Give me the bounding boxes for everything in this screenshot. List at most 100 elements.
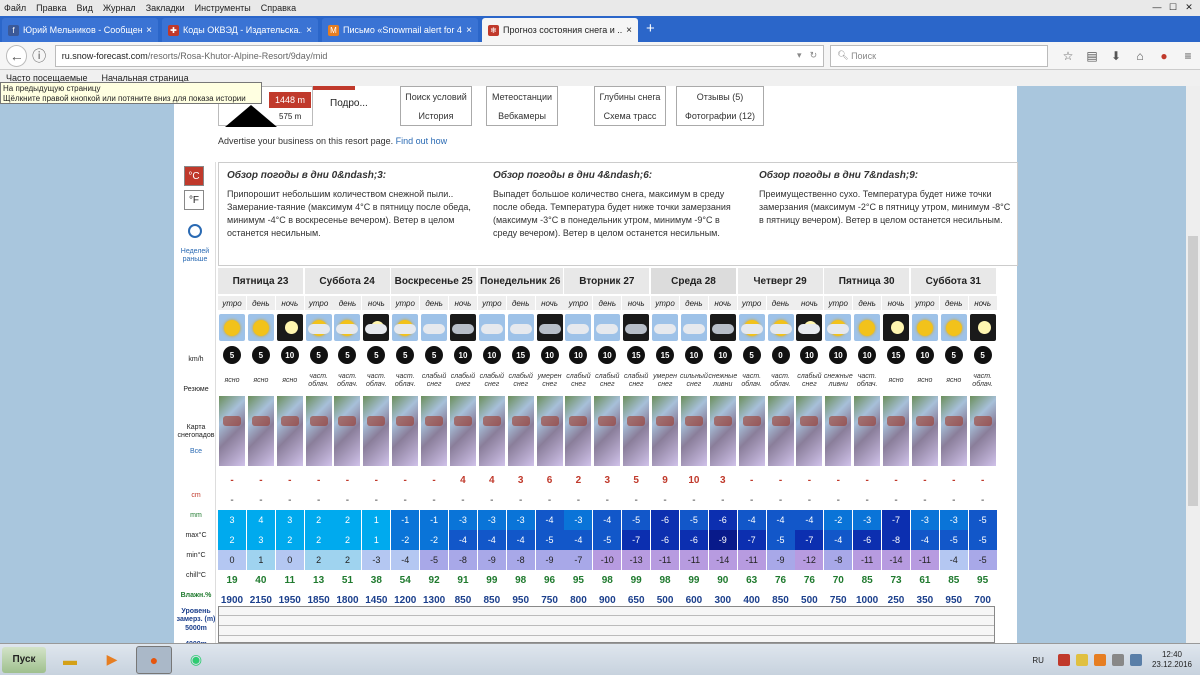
tab-1[interactable]: ✚ Коды ОКВЭД - Издательска... ×: [162, 18, 318, 42]
menu-item-2[interactable]: Вид: [77, 3, 93, 13]
header-button-1[interactable]: Метеостанции Вебкамеры: [486, 86, 558, 126]
explorer-icon[interactable]: ▬: [52, 646, 88, 674]
celsius-button[interactable]: °C: [184, 166, 204, 186]
snowfall-map-thumbnail[interactable]: [883, 396, 909, 466]
tab-close-icon[interactable]: ×: [306, 25, 312, 36]
reading-list-icon[interactable]: ▤: [1080, 49, 1104, 63]
header-button-label[interactable]: История: [419, 111, 454, 121]
snow-map-cell: [449, 396, 477, 466]
tray-clock[interactable]: 12:40 23.12.2016: [1152, 650, 1192, 670]
header-button-label[interactable]: Отзывы (5): [697, 92, 743, 102]
find-out-link[interactable]: Find out how: [396, 136, 448, 146]
snowfall-map-thumbnail[interactable]: [363, 396, 390, 466]
tab-3[interactable]: ❄ Прогноз состояния снега и ... ×: [482, 18, 638, 42]
tmin-cell: 2: [333, 530, 362, 550]
chrome-icon[interactable]: ◉: [178, 646, 214, 674]
snowfall-map-thumbnail[interactable]: [536, 396, 563, 466]
elevation-top-button[interactable]: 1448 m: [269, 92, 311, 108]
snowfall-map-thumbnail[interactable]: [247, 396, 274, 466]
snowfall-map-thumbnail[interactable]: [969, 396, 996, 466]
tab-close-icon[interactable]: ×: [626, 25, 632, 36]
menu-item-3[interactable]: Журнал: [103, 3, 136, 13]
snowfall-map-thumbnail[interactable]: [680, 396, 707, 466]
reload-icon[interactable]: ↻: [810, 50, 818, 61]
snowfall-map-thumbnail[interactable]: [392, 396, 419, 466]
snowfall-map-thumbnail[interactable]: [709, 396, 736, 466]
snow-cell: 4: [460, 474, 466, 486]
minimize-icon[interactable]: —: [1150, 1, 1164, 13]
back-icon[interactable]: ←: [6, 44, 28, 67]
tab-close-icon[interactable]: ×: [146, 25, 152, 36]
tab-2[interactable]: M Письмо «Snowmail alert for 4... ×: [322, 18, 478, 42]
chill-cell: 2: [304, 550, 333, 570]
firefox-icon[interactable]: ●: [136, 645, 172, 674]
snowfall-map-thumbnail[interactable]: [449, 396, 476, 466]
details-link[interactable]: Подро...: [330, 98, 368, 109]
snowfall-map-thumbnail[interactable]: [623, 396, 650, 466]
tray-volume-icon[interactable]: [1129, 654, 1142, 666]
tmax-cell: -6: [651, 510, 680, 530]
elevation-top-strip[interactable]: [313, 86, 355, 90]
snowfall-map-thumbnail[interactable]: [825, 396, 852, 466]
header-button-label[interactable]: Метеостанции: [492, 92, 552, 102]
header-button-0[interactable]: Поиск условий История: [400, 86, 472, 126]
time-of-day: утро: [304, 296, 333, 310]
close-icon[interactable]: ✕: [1182, 1, 1196, 13]
media-player-icon[interactable]: ▶: [94, 646, 130, 674]
menu-item-6[interactable]: Справка: [261, 3, 296, 13]
bookmark-star-icon[interactable]: ☆: [1056, 49, 1080, 63]
snowfall-map-thumbnail[interactable]: [219, 396, 245, 466]
menu-item-5[interactable]: Инструменты: [195, 3, 251, 13]
header-button-label[interactable]: Глубины снега: [600, 92, 661, 102]
tray-app-icon[interactable]: [1057, 654, 1070, 666]
clock-icon[interactable]: [188, 224, 202, 238]
search-input[interactable]: 🔍︎ Поиск: [830, 44, 1048, 67]
menu-item-4[interactable]: Закладки: [146, 3, 185, 13]
info-icon[interactable]: ⓘ: [27, 45, 50, 67]
chevron-down-icon[interactable]: ▾: [797, 50, 802, 61]
vertical-scrollbar[interactable]: [1186, 86, 1200, 643]
maximize-icon[interactable]: ☐: [1166, 1, 1180, 13]
summary-cell: част. облач.: [366, 373, 387, 388]
header-button-label[interactable]: Фотографии (12): [685, 111, 755, 121]
snowfall-map-thumbnail[interactable]: [796, 396, 823, 466]
snowfall-map-thumbnail[interactable]: [738, 396, 765, 466]
snowfall-map-thumbnail[interactable]: [507, 396, 534, 466]
url-bar[interactable]: ru.snow-forecast.com /resorts/Rosa-Khuto…: [54, 44, 825, 67]
tray-network-icon[interactable]: [1111, 654, 1124, 666]
snowfall-map-thumbnail[interactable]: [594, 396, 621, 466]
menu-item-0[interactable]: Файл: [4, 3, 26, 13]
snowfall-map-thumbnail[interactable]: [767, 396, 794, 466]
snowfall-map-thumbnail[interactable]: [652, 396, 679, 466]
snowfall-map-thumbnail[interactable]: [478, 396, 505, 466]
weather-icon-cell: [478, 312, 506, 342]
snowfall-map-thumbnail[interactable]: [940, 396, 967, 466]
download-icon[interactable]: ⬇: [1104, 49, 1128, 63]
fahrenheit-button[interactable]: °F: [184, 190, 204, 210]
week-earlier-link[interactable]: Неделей раньше: [176, 248, 214, 264]
header-button-label[interactable]: Схема трасс: [604, 111, 657, 121]
label-map-all[interactable]: Все: [176, 448, 216, 456]
home-icon[interactable]: ⌂: [1128, 49, 1152, 63]
snowfall-map-thumbnail[interactable]: [276, 396, 303, 466]
menu-item-1[interactable]: Правка: [36, 3, 66, 13]
snowfall-map-thumbnail[interactable]: [565, 396, 592, 466]
snowfall-map-thumbnail[interactable]: [911, 396, 938, 466]
tab-0[interactable]: f Юрий Мельников - Сообщен... ×: [2, 18, 158, 42]
snowfall-map-thumbnail[interactable]: [421, 396, 448, 466]
menu-icon[interactable]: ≡: [1176, 49, 1200, 63]
header-button-3[interactable]: Отзывы (5) Фотографии (12): [676, 86, 764, 126]
tray-avast-icon[interactable]: [1093, 654, 1106, 666]
snowfall-map-thumbnail[interactable]: [305, 396, 332, 466]
language-indicator[interactable]: RU: [1032, 656, 1044, 665]
start-button[interactable]: Пуск: [2, 646, 46, 673]
snowfall-map-thumbnail[interactable]: [854, 396, 881, 466]
adblock-icon[interactable]: ●: [1152, 49, 1176, 63]
tray-flag-icon[interactable]: [1075, 654, 1088, 666]
header-button-label[interactable]: Вебкамеры: [498, 111, 546, 121]
tab-close-icon[interactable]: ×: [466, 25, 472, 36]
snowfall-map-thumbnail[interactable]: [334, 396, 361, 466]
new-tab-icon[interactable]: +: [646, 20, 655, 37]
header-button-label[interactable]: Поиск условий: [405, 92, 467, 102]
header-button-2[interactable]: Глубины снега Схема трасс: [594, 86, 666, 126]
